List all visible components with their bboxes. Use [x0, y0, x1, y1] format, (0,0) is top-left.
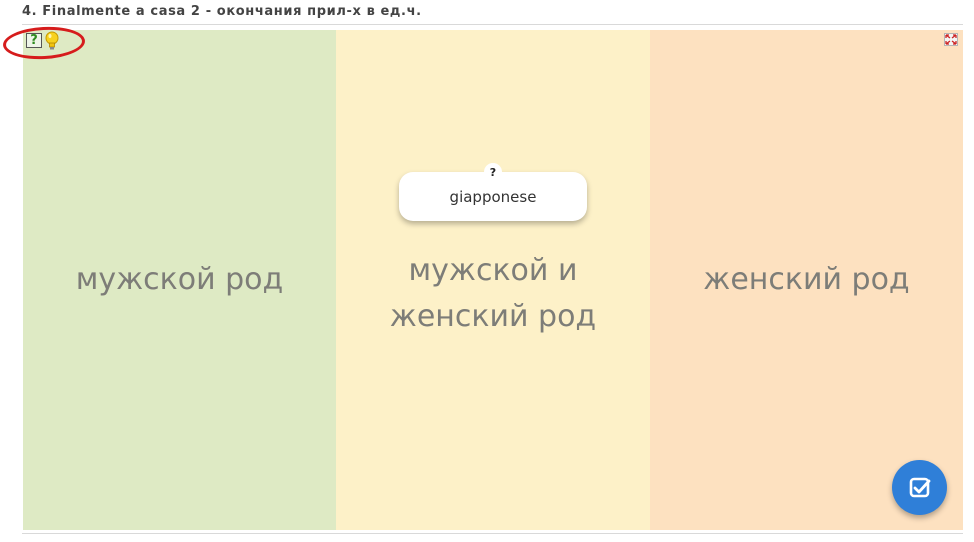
top-divider: [22, 24, 963, 25]
card-help-icon[interactable]: ?: [484, 163, 502, 181]
checkmark-icon: [909, 477, 930, 497]
drop-zone-label: мужской и женский род: [389, 253, 597, 334]
drop-zone-feminine[interactable]: женский род: [650, 30, 963, 530]
check-answers-button[interactable]: [892, 460, 947, 515]
drop-zone-label: женский род: [703, 262, 910, 297]
drop-zone-masculine-feminine[interactable]: мужской и женский род: [336, 30, 650, 530]
word-card-label: giapponese: [449, 187, 537, 206]
sorting-stage: мужской род мужской и женский род женски…: [23, 30, 963, 530]
bottom-divider: [22, 533, 963, 534]
drop-zone-masculine[interactable]: мужской род: [23, 30, 336, 530]
page-title: 4. Finalmente a casa 2 - окончания прил-…: [22, 4, 422, 19]
fullscreen-icon[interactable]: [944, 33, 958, 46]
drop-zone-label: мужской род: [75, 262, 284, 297]
